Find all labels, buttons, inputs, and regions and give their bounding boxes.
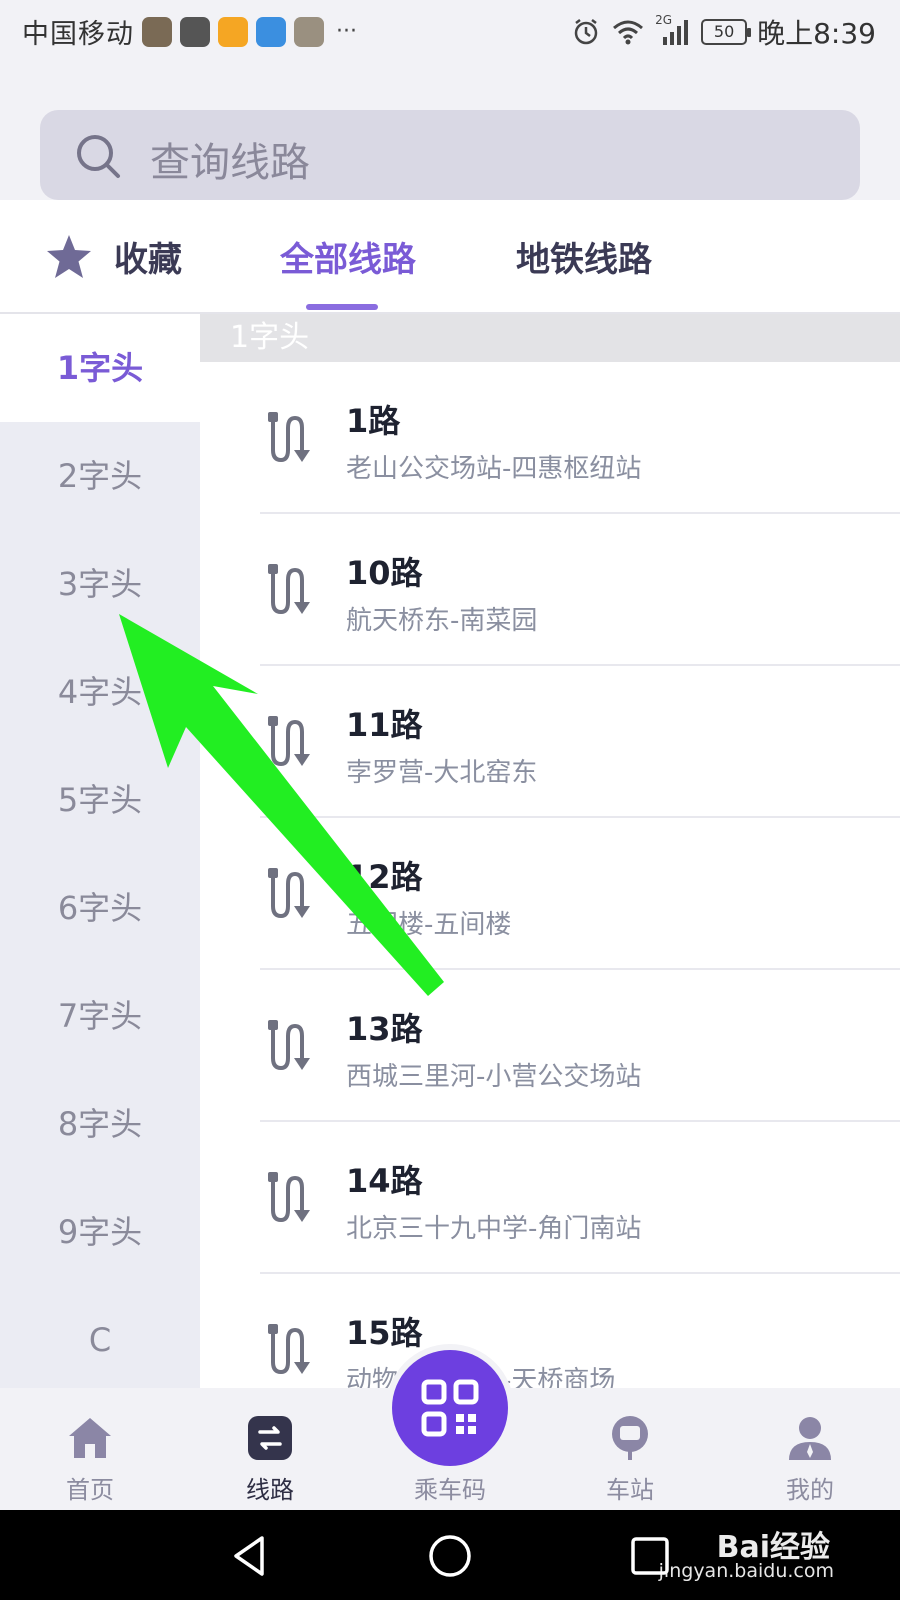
route-icon — [268, 564, 310, 615]
route-icon — [268, 1324, 310, 1375]
nav-routes-label: 线路 — [246, 1476, 294, 1504]
tab-all-routes[interactable]: 全部线路 — [280, 232, 416, 281]
route-row[interactable]: 11路 孛罗营-大北窑东 — [200, 666, 900, 818]
route-stops: 西城三里河-小营公交场站 — [346, 1062, 642, 1092]
index-item-7[interactable]: 7字头 — [0, 962, 200, 1070]
route-stops: 老山公交场站-四惠枢纽站 — [346, 454, 642, 484]
carrier-name: 中国移动 — [22, 19, 134, 50]
route-row[interactable]: 15路 动物园枢纽站-天桥商场 — [200, 1274, 900, 1388]
clock: 晚上8:39 — [757, 17, 876, 50]
route-name: 13路 — [346, 1010, 423, 1048]
route-row[interactable]: 14路 北京三十九中学-角门南站 — [200, 1122, 900, 1274]
index-item-9[interactable]: 9字头 — [0, 1178, 200, 1286]
baidu-jingyan-url: jingyan.baidu.com — [658, 1560, 834, 1582]
status-left: 中国移动 ··· — [22, 12, 357, 51]
search-input[interactable]: 查询线路 — [40, 110, 860, 200]
index-item-3[interactable]: 3字头 — [0, 530, 200, 638]
route-icon — [248, 1416, 292, 1460]
route-icon — [268, 1020, 310, 1071]
route-index-sidebar: 1字头 2字头 3字头 4字头 5字头 6字头 7字头 8字头 9字头 C — [0, 314, 200, 1388]
route-stops: 五间楼-五间楼 — [346, 910, 512, 940]
battery-indicator: 50 — [701, 19, 752, 45]
more-notifications-icon: ··· — [336, 19, 357, 44]
route-icon — [268, 716, 310, 767]
route-name: 11路 — [346, 706, 423, 744]
tab-metro-routes[interactable]: 地铁线路 — [516, 232, 652, 281]
home-circle-icon[interactable] — [426, 1532, 474, 1580]
map-app-icon — [256, 16, 286, 47]
route-stops: 航天桥东-南菜园 — [346, 606, 538, 636]
nav-home[interactable]: 首页 — [25, 1388, 155, 1510]
system-navigation-bar: Bai经验 jingyan.baidu.com — [0, 1510, 900, 1600]
status-bar: 中国移动 ··· 2G 50 晚上8:39 — [0, 0, 900, 64]
group-header: 1字头 — [200, 314, 900, 362]
news-app-icon — [294, 16, 324, 47]
route-icon — [268, 412, 310, 463]
nav-home-label: 首页 — [66, 1476, 114, 1504]
index-item-1[interactable]: 1字头 — [0, 314, 200, 422]
route-stops: 孛罗营-大北窑东 — [346, 758, 538, 788]
route-name: 10路 — [346, 554, 423, 592]
video-app-icon — [180, 16, 210, 47]
route-row[interactable]: 10路 航天桥东-南菜园 — [200, 514, 900, 666]
index-item-5[interactable]: 5字头 — [0, 746, 200, 854]
search-icon — [77, 135, 120, 178]
tab-favorites-label: 收藏 — [114, 240, 182, 280]
route-stops: 北京三十九中学-角门南站 — [346, 1214, 642, 1244]
active-tab-indicator — [306, 304, 378, 310]
nav-stations[interactable]: 车站 — [565, 1388, 695, 1510]
route-icon — [268, 1172, 310, 1223]
search-placeholder: 查询线路 — [150, 140, 310, 186]
back-icon[interactable] — [226, 1532, 274, 1580]
search-area: 查询线路 — [0, 64, 900, 200]
tab-favorites[interactable]: 收藏 — [44, 232, 182, 281]
route-name: 15路 — [346, 1314, 423, 1352]
route-list: 1字头 1路 老山公交场站-四惠枢纽站 10路 航天桥东-南菜园 11路 孛罗营… — [200, 314, 900, 1388]
signal-icon: 2G — [655, 13, 691, 47]
route-row[interactable]: 1路 老山公交场站-四惠枢纽站 — [200, 362, 900, 514]
user-icon — [789, 1417, 831, 1460]
nav-profile[interactable]: 我的 — [745, 1388, 875, 1510]
home-icon — [69, 1418, 111, 1458]
star-icon — [47, 234, 91, 278]
wifi-icon — [613, 20, 644, 45]
nav-profile-label: 我的 — [786, 1476, 834, 1504]
index-item-2[interactable]: 2字头 — [0, 422, 200, 530]
nav-routes[interactable]: 线路 — [205, 1388, 335, 1510]
index-item-8[interactable]: 8字头 — [0, 1070, 200, 1178]
index-item-6[interactable]: 6字头 — [0, 854, 200, 962]
nav-stations-label: 车站 — [606, 1476, 654, 1504]
bus-stop-icon — [612, 1416, 648, 1460]
route-tabs: 收藏 全部线路 地铁线路 — [0, 200, 900, 314]
route-row[interactable]: 12路 五间楼-五间楼 — [200, 818, 900, 970]
route-name: 1路 — [346, 402, 401, 440]
qr-code-button[interactable] — [392, 1350, 508, 1466]
route-icon — [268, 868, 310, 919]
alarm-icon — [574, 19, 598, 45]
app-notification-icon — [142, 16, 172, 47]
index-item-4[interactable]: 4字头 — [0, 638, 200, 746]
route-name: 14路 — [346, 1162, 423, 1200]
play-app-icon — [218, 16, 248, 47]
index-item-c[interactable]: C — [0, 1286, 200, 1394]
qr-code-label: 乘车码 — [414, 1476, 486, 1504]
route-row[interactable]: 13路 西城三里河-小营公交场站 — [200, 970, 900, 1122]
route-name: 12路 — [346, 858, 423, 896]
qr-code-icon — [421, 1379, 479, 1437]
status-right: 2G 50 晚上8:39 — [571, 12, 876, 52]
